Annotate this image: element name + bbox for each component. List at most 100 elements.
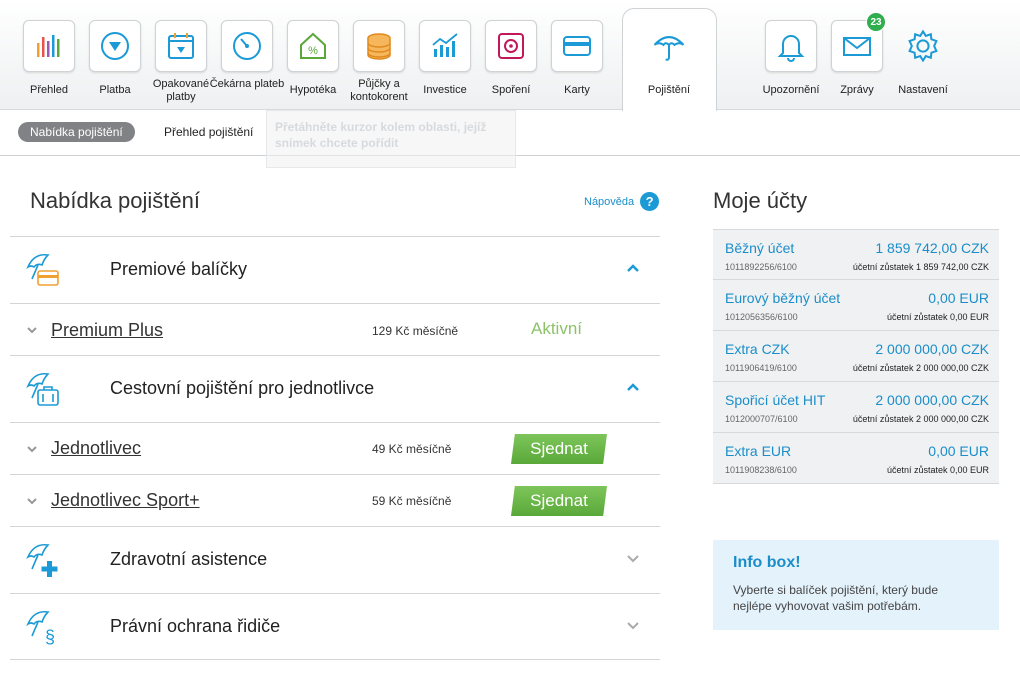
screenshot-tooltip: Přetáhněte kurzor kolem oblasti, jejíž s… [266, 110, 516, 168]
section-title: Cestovní pojištění pro jednotlivce [110, 378, 375, 398]
house-percent-icon: % [300, 32, 326, 59]
umbrella-paragraph-icon: § [26, 610, 55, 646]
account-name[interactable]: Eurový běžný účet [725, 290, 840, 306]
section-premiove-balicky[interactable]: Premiové balíčky [10, 236, 660, 303]
gear-icon [908, 29, 938, 63]
account-number: 1011892256/6100 [725, 262, 797, 272]
safe-icon [498, 33, 524, 59]
nav-item-cekarna-plateb[interactable]: Čekárna plateb [210, 0, 284, 110]
section-title: Právní ochrana řidiče [110, 616, 281, 636]
nav-item-zpravy[interactable]: 23 Zprávy [826, 0, 888, 110]
account-name[interactable]: Extra EUR [725, 443, 791, 459]
nav-tile [89, 20, 141, 72]
product-name-link[interactable]: Premium Plus [51, 320, 163, 341]
info-box: Info box! Vyberte si balíček pojištění, … [713, 540, 999, 630]
nav-item-investice[interactable]: Investice [414, 0, 476, 110]
nav-item-upozorneni[interactable]: Upozornění [760, 0, 822, 110]
product-price: 129 Kč měsíčně [372, 324, 459, 338]
nav-tile [419, 20, 471, 72]
help-link[interactable]: Nápověda ? [584, 192, 660, 211]
account-number: 1011908238/6100 [725, 465, 797, 475]
umbrella-luggage-icon [26, 372, 59, 406]
growth-chart-icon [432, 33, 458, 57]
payment-arrow-icon [101, 32, 129, 60]
accounts-title: Moje účty [713, 188, 808, 213]
account-balance: 1 859 742,00 CZK [875, 240, 989, 256]
chevron-up-icon[interactable] [626, 263, 640, 273]
account-name[interactable]: Spořicí účet HIT [725, 392, 825, 408]
account-number: 1012056356/6100 [725, 312, 798, 322]
account-balance: 2 000 000,00 CZK [875, 341, 989, 357]
chevron-down-icon[interactable] [626, 620, 640, 630]
nav-tile [353, 20, 405, 72]
account-item[interactable]: Spořicí účet HIT 1012000707/6100 2 000 0… [713, 382, 999, 433]
account-item[interactable]: Extra EUR 1011908238/6100 0,00 EUR účetn… [713, 433, 999, 484]
account-balance: 2 000 000,00 CZK [875, 392, 989, 408]
account-item[interactable]: Extra CZK 1011906419/6100 2 000 000,00 C… [713, 331, 999, 382]
account-number: 1012000707/6100 [725, 414, 798, 424]
product-row-jednotlivec-sport[interactable]: Jednotlivec Sport+ 59 Kč měsíčně Sjednat [10, 474, 660, 526]
account-name[interactable]: Běžný účet [725, 240, 794, 256]
account-name[interactable]: Extra CZK [725, 341, 790, 357]
info-box-text: Vyberte si balíček pojištění, který bude… [733, 583, 938, 613]
product-row-jednotlivec[interactable]: Jednotlivec 49 Kč měsíčně Sjednat [10, 422, 660, 474]
account-ledger-balance: účetní zůstatek 0,00 EUR [886, 465, 989, 475]
account-ledger-balance: účetní zůstatek 2 000 000,00 CZK [852, 363, 989, 373]
product-row-premium-plus[interactable]: Premium Plus 129 Kč měsíčně Aktivní [10, 303, 660, 355]
nav-item-karty[interactable]: Karty [546, 0, 608, 110]
nav-item-nastaveni[interactable]: Nastavení [892, 0, 954, 110]
nav-item-platba[interactable]: Platba [84, 0, 146, 110]
chevron-down-icon[interactable] [26, 496, 38, 506]
section-title: Zdravotní asistence [110, 549, 268, 569]
nav-tile [221, 20, 273, 72]
envelope-icon [843, 37, 871, 56]
nav-tile [643, 20, 695, 72]
status-active-label: Aktivní [531, 319, 583, 338]
chevron-down-icon[interactable] [626, 553, 640, 563]
subnav-active-tab[interactable]: Nabídka pojištění [18, 122, 135, 142]
account-balance: 0,00 EUR [928, 443, 989, 459]
nav-label: Karty [564, 84, 590, 96]
section-cestovni-pojisteni[interactable]: Cestovní pojištění pro jednotlivce [10, 355, 660, 422]
page-title: Nabídka pojištění [30, 188, 200, 213]
section-title: Premiové balíčky [110, 259, 248, 279]
product-price: 59 Kč měsíčně [372, 494, 452, 508]
nav-item-hypoteka[interactable]: % Hypotéka [282, 0, 344, 110]
chevron-up-icon[interactable] [626, 382, 640, 392]
svg-text:§: § [45, 627, 55, 646]
account-number: 1011906419/6100 [725, 363, 797, 373]
nav-label: Pojištění [647, 84, 691, 96]
svg-text:%: % [308, 45, 318, 57]
nav-item-opakovane-platby[interactable]: Opakované platby [150, 0, 212, 110]
account-item[interactable]: Eurový běžný účet 1012056356/6100 0,00 E… [713, 280, 999, 331]
section-pravni-ochrana[interactable]: § Právní ochrana řidiče [10, 593, 660, 660]
nav-tile [765, 20, 817, 72]
account-item[interactable]: Běžný účet 1011892256/6100 1 859 742,00 … [713, 229, 999, 280]
account-ledger-balance: účetní zůstatek 2 000 000,00 CZK [852, 414, 989, 424]
nav-tile: % [287, 20, 339, 72]
bell-icon [777, 35, 805, 62]
subnav-link-prehled-pojisteni[interactable]: Přehled pojištění [164, 125, 253, 139]
account-ledger-balance: účetní zůstatek 0,00 EUR [886, 312, 989, 322]
nav-item-pojisteni[interactable]: Pojištění [638, 0, 700, 110]
nav-item-sporeni[interactable]: Spoření [480, 0, 542, 110]
sjednat-button[interactable]: Sjednat [511, 434, 607, 464]
sjednat-button[interactable]: Sjednat [511, 486, 607, 516]
product-name-link[interactable]: Jednotlivec Sport+ [51, 490, 200, 511]
calendar-icon [168, 33, 194, 59]
gauge-icon [233, 32, 261, 60]
chevron-down-icon[interactable] [26, 325, 38, 335]
account-balance: 0,00 EUR [928, 290, 989, 306]
chevron-down-icon[interactable] [26, 444, 38, 454]
nav-tile [897, 20, 949, 72]
umbrella-icon [653, 36, 685, 61]
product-name-link[interactable]: Jednotlivec [51, 438, 141, 459]
chart-bars-icon [37, 35, 60, 57]
section-zdravotni-asistence[interactable]: Zdravotní asistence [10, 526, 660, 593]
account-ledger-balance: účetní zůstatek 1 859 742,00 CZK [852, 262, 989, 272]
nav-item-prehled[interactable]: Přehled [18, 0, 80, 110]
product-price: 49 Kč měsíčně [372, 442, 452, 456]
nav-tile [551, 20, 603, 72]
nav-item-pujcky[interactable]: Půjčky a kontokorent [348, 0, 410, 110]
card-icon [563, 36, 591, 56]
